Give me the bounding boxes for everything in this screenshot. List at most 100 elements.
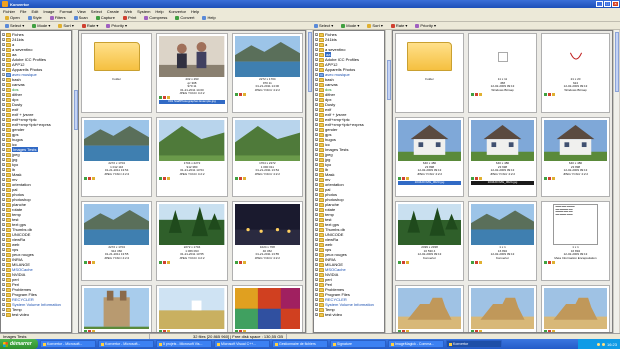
thumbnail-item[interactable]: ▬▬▬ ▬▬ ▬▬▬▬ ▬▬ ▬▬▬▬ ▬▬ ▬▬▬▬ ▬▬ ▬▬ ▬▬ ▬▬▬ ▬▬… bbox=[541, 201, 610, 281]
expand-toggle[interactable]: + bbox=[2, 73, 5, 77]
thumbnail-item[interactable]: Folder bbox=[395, 33, 464, 113]
expand-toggle[interactable]: + bbox=[2, 198, 5, 202]
expand-toggle[interactable]: + bbox=[315, 73, 318, 77]
expand-toggle[interactable]: + bbox=[2, 118, 5, 122]
expand-toggle[interactable]: + bbox=[315, 43, 318, 47]
expand-toggle[interactable]: + bbox=[315, 288, 318, 292]
expand-toggle[interactable]: + bbox=[2, 168, 5, 172]
expand-toggle[interactable]: + bbox=[315, 218, 318, 222]
expand-toggle[interactable]: + bbox=[2, 228, 5, 232]
view-button-mode[interactable]: Mode ▾ bbox=[339, 22, 361, 29]
start-button[interactable]: démarrer bbox=[0, 339, 38, 349]
thumbnail-item[interactable]: 21 x 20 624 12-02-2009 09:13 Windows Bitmap bbox=[541, 33, 610, 113]
expand-toggle[interactable]: + bbox=[2, 243, 5, 247]
taskbar-button[interactable]: Microsoft Visual C++... bbox=[214, 340, 270, 348]
toolbar-button-open[interactable]: Open bbox=[3, 14, 22, 21]
view-button-priority[interactable]: Priority ▾ bbox=[413, 22, 438, 29]
rating-marks[interactable] bbox=[84, 261, 149, 265]
expand-toggle[interactable]: + bbox=[2, 213, 5, 217]
thumbnail-item[interactable]: 2272 x 1704 1 012 116 01-21-2011 13:54 JPEG… bbox=[81, 117, 153, 197]
expand-toggle[interactable]: + bbox=[315, 138, 318, 142]
rating-marks[interactable] bbox=[471, 177, 534, 181]
expand-toggle[interactable]: + bbox=[315, 163, 318, 167]
menu-item[interactable]: Select bbox=[91, 9, 102, 14]
expand-toggle[interactable]: + bbox=[315, 303, 318, 307]
rating-marks[interactable] bbox=[471, 330, 534, 332]
expand-toggle[interactable]: + bbox=[315, 178, 318, 182]
thumbnail-item[interactable]: 640 x 480 23 898 12-02-2009 09:13 JPEG YCbC… bbox=[541, 117, 610, 197]
expand-toggle[interactable]: + bbox=[315, 143, 318, 147]
expand-toggle[interactable]: + bbox=[315, 33, 318, 37]
expand-toggle[interactable]: + bbox=[315, 223, 318, 227]
expand-toggle[interactable]: + bbox=[2, 68, 5, 72]
expand-toggle[interactable]: + bbox=[315, 228, 318, 232]
expand-toggle[interactable]: + bbox=[315, 53, 318, 57]
toolbar-button-convert[interactable]: Convert bbox=[173, 14, 196, 21]
taskbar-button[interactable]: Signature bbox=[330, 340, 386, 348]
menu-item[interactable]: Help bbox=[155, 9, 163, 14]
expand-toggle[interactable]: + bbox=[315, 118, 318, 122]
expand-toggle[interactable]: + bbox=[315, 158, 318, 162]
expand-toggle[interactable]: + bbox=[2, 158, 5, 162]
expand-toggle[interactable]: + bbox=[2, 38, 5, 42]
expand-toggle[interactable]: + bbox=[315, 293, 318, 297]
thumbnail-item[interactable]: 1704 x 2272 1 090 011 01-21-2011 13:54 JPEG… bbox=[231, 117, 303, 197]
thumbnail-item[interactable]: 1704 x 2272 912 380 01-21-2011 13:54 JPEG Y… bbox=[156, 117, 228, 197]
view-button-rate[interactable]: Rate ▾ bbox=[389, 22, 410, 29]
view-button-select[interactable]: Select ▾ bbox=[312, 22, 335, 29]
expand-toggle[interactable]: + bbox=[2, 98, 5, 102]
taskbar-button[interactable]: Konvertor - Microsoft... bbox=[40, 340, 96, 348]
expand-toggle[interactable]: + bbox=[315, 253, 318, 257]
expand-toggle[interactable]: + bbox=[2, 173, 5, 177]
expand-toggle[interactable]: + bbox=[315, 78, 318, 82]
expand-toggle[interactable]: + bbox=[2, 58, 5, 62]
expand-toggle[interactable]: + bbox=[315, 198, 318, 202]
view-button-sort[interactable]: Sort ▾ bbox=[56, 22, 75, 29]
menu-item[interactable]: Fichier bbox=[3, 9, 15, 14]
view-button-mode[interactable]: Mode ▾ bbox=[30, 22, 52, 29]
expand-toggle[interactable]: + bbox=[2, 143, 5, 147]
expand-toggle[interactable]: + bbox=[2, 203, 5, 207]
expand-toggle[interactable]: + bbox=[315, 93, 318, 97]
expand-toggle[interactable]: + bbox=[2, 48, 5, 52]
rating-marks[interactable] bbox=[84, 330, 149, 332]
expand-toggle[interactable]: + bbox=[2, 133, 5, 137]
expand-toggle[interactable]: + bbox=[315, 128, 318, 132]
thumbnail-item[interactable] bbox=[231, 285, 303, 332]
expand-toggle[interactable]: + bbox=[2, 258, 5, 262]
taskbar-button[interactable]: Konvertor bbox=[446, 340, 502, 348]
expand-toggle[interactable]: + bbox=[2, 178, 5, 182]
toolbar-button-compress[interactable]: Compress bbox=[142, 14, 169, 21]
menu-item[interactable]: File bbox=[20, 9, 26, 14]
menu-item[interactable]: Format bbox=[60, 9, 73, 14]
expand-toggle[interactable]: + bbox=[315, 183, 318, 187]
rating-marks[interactable] bbox=[544, 261, 607, 265]
thumbnail-item[interactable]: 640 x 480 23 898 12-02-2009 09:13 JPEG YCbC… bbox=[395, 117, 464, 197]
expand-toggle[interactable]: + bbox=[2, 183, 5, 187]
thumbnail-item[interactable]: 1 x 1 16 894 12-02-2009 09:13 Konvertor bbox=[468, 201, 537, 281]
tray-icon[interactable] bbox=[596, 342, 600, 346]
expand-toggle[interactable]: + bbox=[315, 148, 318, 152]
expand-toggle[interactable]: + bbox=[2, 223, 5, 227]
tree-node[interactable]: + test video bbox=[2, 312, 70, 317]
expand-toggle[interactable]: + bbox=[2, 53, 5, 57]
expand-toggle[interactable]: + bbox=[2, 163, 5, 167]
expand-toggle[interactable]: + bbox=[315, 48, 318, 52]
right-folder-tree[interactable]: + Fiches +241kts + a + a seventino + aa + Adobe IC… bbox=[313, 30, 385, 333]
rating-marks[interactable] bbox=[234, 330, 300, 332]
expand-toggle[interactable]: + bbox=[2, 63, 5, 67]
expand-toggle[interactable]: + bbox=[315, 248, 318, 252]
expand-toggle[interactable]: + bbox=[2, 108, 5, 112]
expand-toggle[interactable]: + bbox=[2, 218, 5, 222]
thumbnail-item[interactable]: 640 x 480 23 698 12-02-2009 09:13 JPEG YCbC… bbox=[468, 117, 537, 197]
expand-toggle[interactable]: + bbox=[315, 68, 318, 72]
thumbnail-item[interactable]: Folder bbox=[81, 33, 153, 113]
left-grid-scrollbar[interactable] bbox=[306, 30, 312, 333]
expand-toggle[interactable]: + bbox=[315, 258, 318, 262]
expand-toggle[interactable]: + bbox=[315, 238, 318, 242]
view-button-rate[interactable]: Rate ▾ bbox=[80, 22, 101, 29]
expand-toggle[interactable]: + bbox=[2, 313, 5, 317]
expand-toggle[interactable]: + bbox=[315, 113, 318, 117]
rating-marks[interactable] bbox=[471, 93, 534, 97]
expand-toggle[interactable]: + bbox=[315, 103, 318, 107]
